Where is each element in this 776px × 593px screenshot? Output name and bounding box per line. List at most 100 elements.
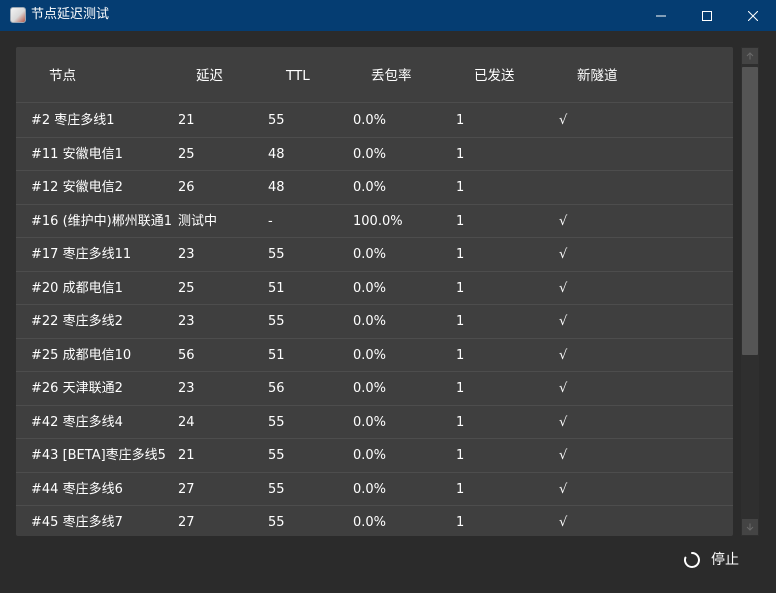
column-header-sent[interactable]: 已发送 — [474, 67, 515, 85]
table-body: #2 枣庄多线1 21 55 0.0% 1 √ #11 安徽电信1 25 48 … — [16, 104, 733, 536]
cell-latency: 23 — [178, 381, 195, 396]
cell-node: #20 成都电信1 — [31, 280, 123, 296]
cell-sent: 1 — [456, 481, 465, 497]
cell-latency: 56 — [178, 347, 195, 363]
cell-ttl: 55 — [268, 247, 285, 262]
cell-new-tunnel: √ — [559, 481, 568, 497]
cell-packet-loss: 0.0% — [353, 247, 387, 262]
table-row[interactable]: #45 枣庄多线7 27 55 0.0% 1 √ — [16, 506, 733, 536]
cell-latency: 23 — [178, 314, 195, 329]
cell-ttl: 55 — [268, 481, 285, 497]
cell-sent: 1 — [456, 314, 465, 329]
cell-packet-loss: 0.0% — [353, 146, 387, 162]
cell-packet-loss: 100.0% — [353, 213, 403, 229]
vertical-scrollbar[interactable] — [741, 47, 759, 536]
column-header-new-tunnel[interactable]: 新隧道 — [577, 67, 618, 85]
cell-latency: 21 — [178, 448, 195, 463]
cell-new-tunnel: √ — [559, 515, 568, 530]
table-row[interactable]: #22 枣庄多线2 23 55 0.0% 1 √ — [16, 305, 733, 339]
cell-packet-loss: 0.0% — [353, 515, 387, 530]
minimize-button[interactable] — [638, 0, 684, 31]
scroll-down-arrow-icon — [746, 523, 754, 531]
cell-ttl: 56 — [268, 381, 285, 396]
cell-latency: 24 — [178, 414, 195, 430]
column-header-ttl[interactable]: TTL — [286, 67, 310, 85]
cell-sent: 1 — [456, 280, 465, 296]
cell-sent: 1 — [456, 180, 465, 195]
table-row[interactable]: #26 天津联通2 23 56 0.0% 1 √ — [16, 372, 733, 406]
table-row[interactable]: #17 枣庄多线11 23 55 0.0% 1 √ — [16, 238, 733, 272]
cell-new-tunnel: √ — [559, 414, 568, 430]
cell-node: #22 枣庄多线2 — [31, 314, 123, 329]
cell-ttl: 48 — [268, 180, 285, 195]
cell-sent: 1 — [456, 414, 465, 430]
scroll-up-button[interactable] — [742, 48, 758, 64]
cell-latency: 21 — [178, 113, 195, 128]
maximize-icon — [702, 10, 712, 21]
table-row[interactable]: #12 安徽电信2 26 48 0.0% 1 — [16, 171, 733, 205]
cell-sent: 1 — [456, 347, 465, 363]
cell-sent: 1 — [456, 381, 465, 396]
cell-ttl: 51 — [268, 280, 285, 296]
cell-latency: 25 — [178, 280, 195, 296]
maximize-button[interactable] — [684, 0, 730, 31]
cell-packet-loss: 0.0% — [353, 280, 387, 296]
table-row[interactable]: #20 成都电信1 25 51 0.0% 1 √ — [16, 272, 733, 305]
cell-node: #43 [BETA]枣庄多线5 — [31, 448, 166, 463]
cell-sent: 1 — [456, 146, 465, 162]
cell-node: #44 枣庄多线6 — [31, 481, 123, 497]
table-row[interactable]: #11 安徽电信1 25 48 0.0% 1 — [16, 138, 733, 171]
cell-ttl: 51 — [268, 347, 285, 363]
title-bar[interactable]: 节点延迟测试 — [0, 0, 776, 31]
cell-ttl: 55 — [268, 113, 285, 128]
cell-ttl: 55 — [268, 515, 285, 530]
cell-ttl: 48 — [268, 146, 285, 162]
cell-packet-loss: 0.0% — [353, 314, 387, 329]
stop-button-label: 停止 — [711, 552, 739, 568]
loading-spinner-icon — [683, 552, 700, 568]
table-header: 节点 延迟 TTL 丢包率 已发送 新隧道 — [16, 47, 733, 103]
cell-node: #26 天津联通2 — [31, 381, 123, 396]
window-title: 节点延迟测试 — [31, 7, 110, 22]
cell-new-tunnel: √ — [559, 448, 568, 463]
cell-packet-loss: 0.0% — [353, 347, 387, 363]
cell-packet-loss: 0.0% — [353, 180, 387, 195]
table-row[interactable]: #42 枣庄多线4 24 55 0.0% 1 √ — [16, 406, 733, 439]
cell-node: #45 枣庄多线7 — [31, 515, 123, 530]
cell-latency: 27 — [178, 481, 195, 497]
close-button[interactable] — [730, 0, 776, 31]
column-header-packet-loss[interactable]: 丢包率 — [371, 67, 412, 85]
cell-new-tunnel: √ — [559, 247, 568, 262]
cell-packet-loss: 0.0% — [353, 113, 387, 128]
column-header-node[interactable]: 节点 — [49, 67, 76, 85]
cell-latency: 测试中 — [178, 213, 218, 229]
cell-new-tunnel: √ — [559, 113, 568, 128]
cell-new-tunnel: √ — [559, 280, 568, 296]
cell-ttl: 55 — [268, 414, 285, 430]
cell-ttl: 55 — [268, 448, 285, 463]
cell-ttl: - — [268, 213, 273, 229]
minimize-icon — [656, 15, 666, 16]
cell-node: #11 安徽电信1 — [31, 146, 123, 162]
node-latency-table[interactable]: 节点 延迟 TTL 丢包率 已发送 新隧道 #2 枣庄多线1 21 55 0.0… — [16, 47, 733, 536]
table-row[interactable]: #2 枣庄多线1 21 55 0.0% 1 √ — [16, 104, 733, 138]
cell-sent: 1 — [456, 247, 465, 262]
cell-node: #25 成都电信10 — [31, 347, 132, 363]
table-row[interactable]: #43 [BETA]枣庄多线5 21 55 0.0% 1 √ — [16, 439, 733, 473]
cell-new-tunnel: √ — [559, 347, 568, 363]
cell-sent: 1 — [456, 515, 465, 530]
table-row[interactable]: #44 枣庄多线6 27 55 0.0% 1 √ — [16, 473, 733, 506]
cell-node: #12 安徽电信2 — [31, 180, 123, 195]
cell-sent: 1 — [456, 213, 465, 229]
cell-latency: 23 — [178, 247, 195, 262]
table-row[interactable]: #16 (维护中)郴州联通1 测试中 - 100.0% 1 √ — [16, 205, 733, 238]
table-row[interactable]: #25 成都电信10 56 51 0.0% 1 √ — [16, 339, 733, 372]
cell-sent: 1 — [456, 113, 465, 128]
scroll-down-button[interactable] — [742, 519, 758, 535]
scroll-up-arrow-icon — [746, 52, 754, 60]
column-header-latency[interactable]: 延迟 — [196, 67, 223, 85]
stop-button[interactable]: 停止 — [676, 545, 748, 575]
scrollbar-thumb[interactable] — [742, 67, 758, 355]
cell-latency: 25 — [178, 146, 195, 162]
cell-ttl: 55 — [268, 314, 285, 329]
